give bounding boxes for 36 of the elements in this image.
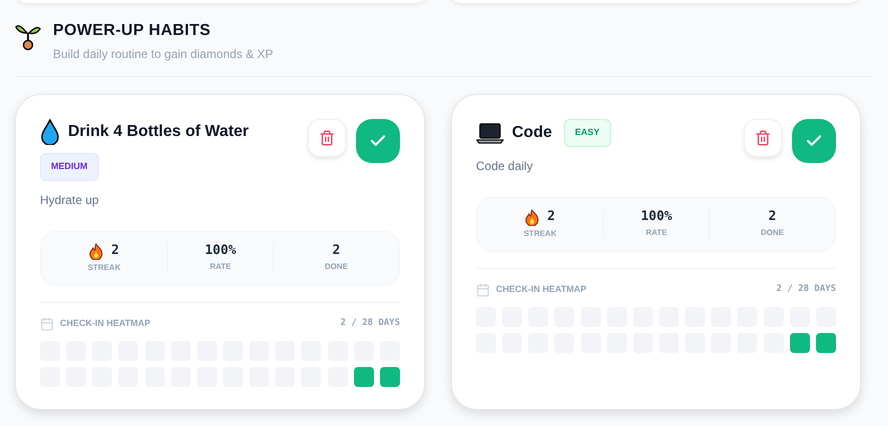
heatmap-title: CHECK-IN HEATMAP	[496, 282, 586, 296]
heatmap-count: 2 / 28 DAYS	[776, 282, 836, 296]
section-title: POWER-UP HABITS	[53, 21, 212, 41]
stat-value: 2	[547, 209, 556, 225]
difficulty-badge: EASY	[564, 119, 611, 146]
check-in-button[interactable]	[792, 119, 836, 163]
stat-label: RATE	[646, 227, 668, 239]
stat-label: STREAK	[524, 228, 557, 240]
stat-value: 2	[332, 243, 340, 259]
heatmap-count: 2 / 28 DAYS	[340, 316, 400, 330]
water-drop-icon	[40, 119, 60, 145]
stat-value: 100%	[204, 243, 236, 259]
delete-button[interactable]	[308, 119, 346, 157]
calendar-icon	[476, 282, 490, 296]
stat-value: 2	[111, 243, 120, 259]
heatmap-title: CHECK-IN HEATMAP	[60, 316, 150, 330]
stat-label: RATE	[210, 261, 232, 273]
delete-button[interactable]	[744, 119, 782, 157]
difficulty-badge: MEDIUM	[40, 153, 98, 180]
habit-description: Code daily	[476, 158, 534, 174]
check-in-button[interactable]	[356, 119, 400, 163]
laptop-icon	[476, 122, 504, 144]
trash-icon	[755, 130, 771, 146]
habit-title: Drink 4 Bottles of Water	[68, 122, 249, 142]
stat-label: DONE	[760, 227, 784, 239]
stat-value: 2	[768, 209, 776, 225]
stat-label: STREAK	[88, 262, 121, 274]
fire-icon	[525, 208, 540, 226]
habit-description: Hydrate up	[40, 192, 100, 208]
calendar-icon	[40, 316, 54, 330]
stat-value: 100%	[640, 209, 672, 225]
trash-icon	[319, 130, 335, 146]
section-subtitle: Build daily routine to gain diamonds & XP	[53, 46, 274, 63]
habit-title: Code	[512, 122, 552, 143]
stat-label: DONE	[324, 261, 348, 273]
fire-icon	[89, 242, 104, 260]
